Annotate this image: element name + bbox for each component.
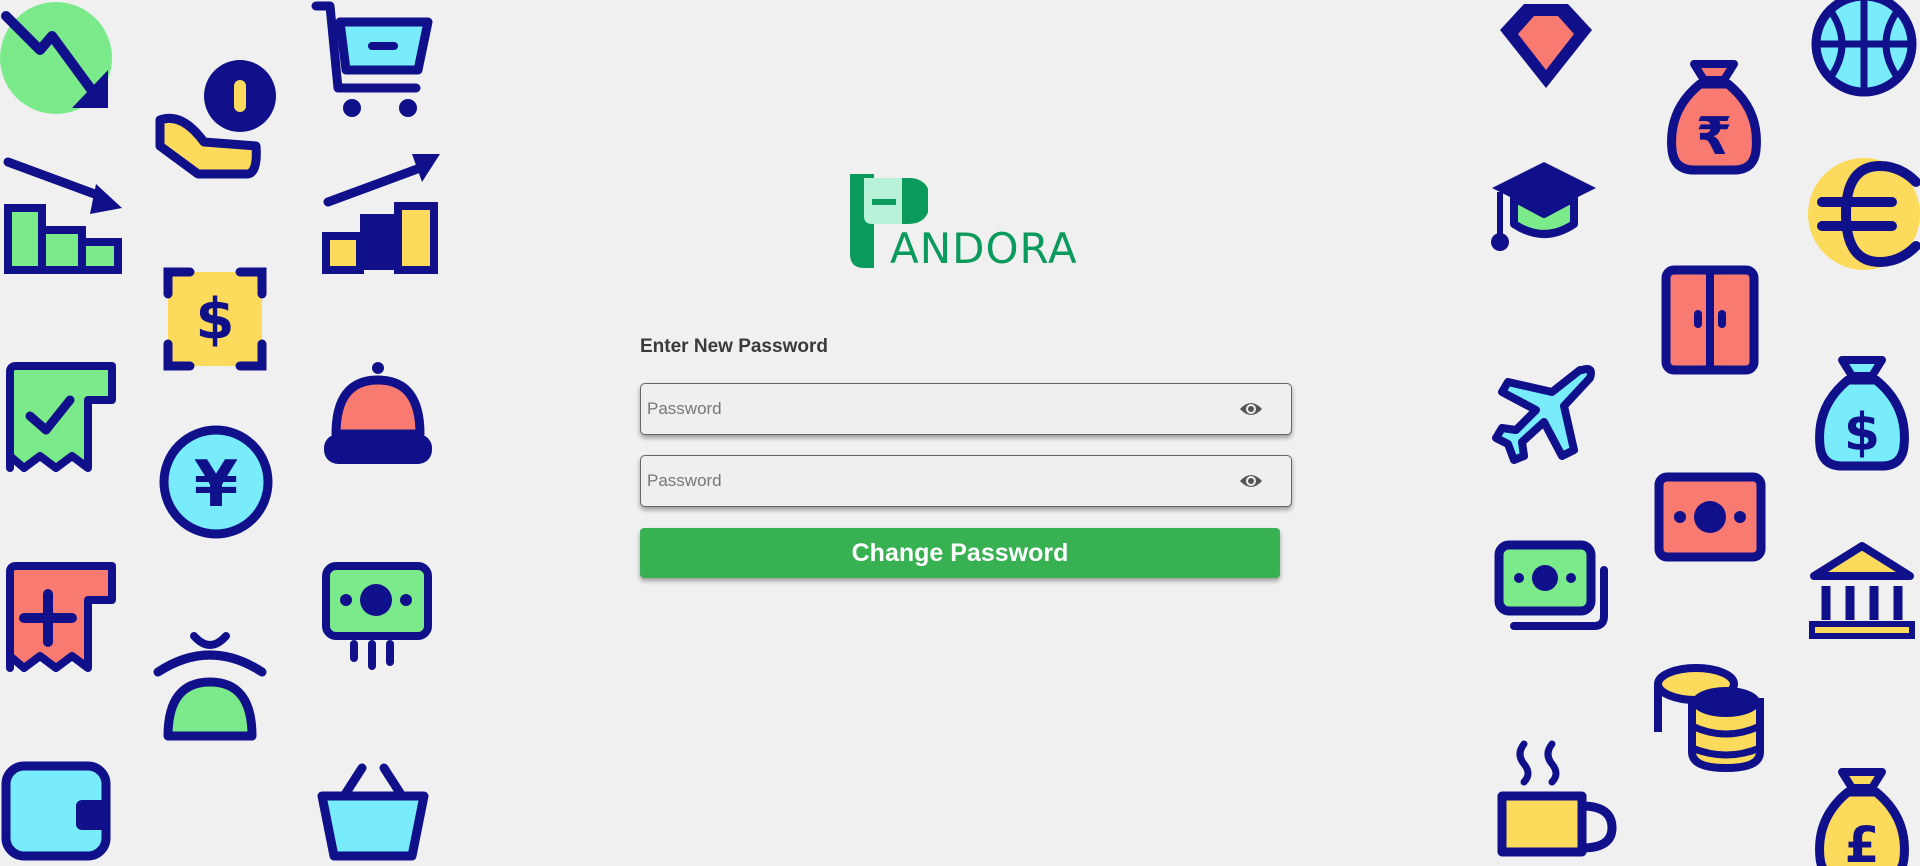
coin-hand-icon (152, 60, 282, 180)
coffee-mug-icon (1496, 740, 1618, 858)
eye-icon[interactable] (1239, 399, 1263, 419)
svg-text:$: $ (196, 287, 235, 352)
diamond-icon (1490, 0, 1602, 96)
svg-text:₹: ₹ (1696, 107, 1732, 167)
safe-icon (1660, 264, 1760, 376)
confirm-password-input[interactable] (647, 456, 1207, 506)
graduation-cap-icon (1488, 158, 1600, 254)
trend-down-icon (0, 0, 120, 120)
purse-icon (153, 628, 272, 741)
receipt-check-icon (6, 362, 116, 472)
basketball-icon (1808, 0, 1920, 98)
receipt-plus-icon (6, 562, 116, 672)
form-label: Enter New Password (640, 336, 828, 357)
euro-coin-icon (1806, 156, 1920, 270)
cash-stack-icon (1494, 540, 1610, 636)
yen-coin-icon: ¥ (158, 424, 276, 542)
new-password-field (640, 383, 1292, 435)
svg-text:¥: ¥ (194, 448, 239, 522)
dollar-bill-icon: $ (163, 267, 268, 372)
cash-icon (322, 562, 434, 674)
shopping-cart-icon (311, 0, 436, 122)
pound-bag-icon: £ (1812, 768, 1912, 866)
svg-text:$: $ (1844, 403, 1880, 463)
wallet-icon (0, 760, 114, 861)
new-password-input[interactable] (647, 384, 1207, 434)
service-bell-icon (322, 360, 434, 472)
logo-text: ANDORA (890, 224, 1078, 273)
eye-icon[interactable] (1239, 471, 1263, 491)
bar-chart-up-icon (322, 150, 446, 278)
brand-logo: ANDORA (848, 172, 1078, 272)
bar-chart-down-icon (0, 150, 130, 278)
airplane-icon (1492, 362, 1598, 466)
cash-note-icon (1654, 472, 1766, 564)
confirm-password-field (640, 455, 1292, 507)
rupee-bag-icon: ₹ (1664, 60, 1764, 176)
basket-icon (317, 760, 430, 861)
coin-stack-icon (1652, 662, 1770, 774)
bank-icon (1808, 540, 1916, 640)
dollar-bag-icon: $ (1812, 356, 1912, 472)
change-password-button[interactable]: Change Password (640, 528, 1280, 578)
svg-text:£: £ (1845, 816, 1880, 866)
